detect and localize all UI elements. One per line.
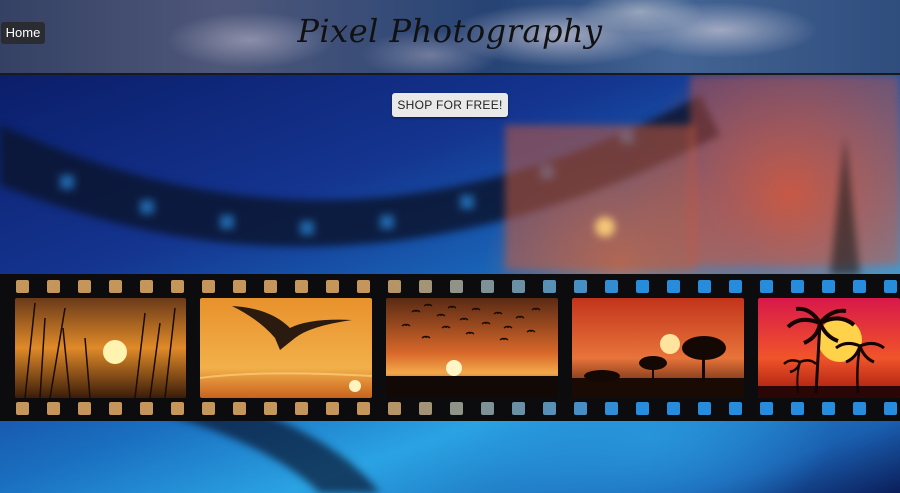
film-sprocket-hole xyxy=(636,402,649,415)
film-sprocket-hole xyxy=(326,280,339,293)
film-sprocket-hole xyxy=(884,402,897,415)
seagull-sunset-image xyxy=(200,298,372,398)
film-sprocket-hole xyxy=(853,280,866,293)
film-sprocket-hole xyxy=(264,280,277,293)
film-sprocket-hole xyxy=(109,402,122,415)
bird-silhouette xyxy=(481,321,491,325)
bird-silhouette xyxy=(411,309,421,313)
film-sprocket-hole xyxy=(171,280,184,293)
film-sprocket-hole xyxy=(636,280,649,293)
bird-silhouette xyxy=(493,311,503,315)
film-sprocket-hole xyxy=(140,280,153,293)
film-sprocket-hole xyxy=(419,280,432,293)
header-banner: Home Pixel Photography xyxy=(0,0,900,73)
film-sprocket-hole xyxy=(388,280,401,293)
film-sprocket-hole xyxy=(574,280,587,293)
film-sprocket-hole xyxy=(760,280,773,293)
film-sprocket-hole xyxy=(698,402,711,415)
film-sprocket-hole xyxy=(140,402,153,415)
film-sprocket-hole xyxy=(202,280,215,293)
film-sprocket-hole xyxy=(512,280,525,293)
film-sprocket-holes-bottom xyxy=(0,401,900,417)
palm-trees-sunset-image xyxy=(758,298,900,398)
film-sprocket-hole xyxy=(822,402,835,415)
film-photo[interactable] xyxy=(200,298,372,398)
film-photo[interactable] xyxy=(15,298,186,398)
film-sprocket-hole xyxy=(853,402,866,415)
film-sprocket-hole xyxy=(295,402,308,415)
film-photo[interactable] xyxy=(758,298,900,398)
film-sprocket-hole xyxy=(171,402,184,415)
film-sprocket-hole xyxy=(729,402,742,415)
film-photo[interactable] xyxy=(386,298,558,398)
bird-silhouette xyxy=(526,329,536,333)
film-sprocket-hole xyxy=(16,280,29,293)
film-sprocket-hole xyxy=(419,402,432,415)
bird-silhouette xyxy=(441,325,451,329)
film-sprocket-hole xyxy=(233,280,246,293)
birds-flock-sunset-image xyxy=(386,298,558,398)
film-sprocket-hole xyxy=(822,280,835,293)
shop-for-free-button[interactable]: SHOP FOR FREE! xyxy=(392,93,508,117)
site-title: Pixel Photography xyxy=(297,12,603,50)
film-sprocket-hole xyxy=(450,402,463,415)
film-sprocket-hole xyxy=(357,280,370,293)
film-sprocket-hole xyxy=(667,280,680,293)
film-sprocket-hole xyxy=(698,280,711,293)
bird-silhouette xyxy=(515,315,525,319)
film-sprocket-hole xyxy=(295,280,308,293)
film-sprocket-hole xyxy=(388,402,401,415)
film-sprocket-hole xyxy=(264,402,277,415)
sunset-reeds-image xyxy=(15,298,186,398)
film-sprocket-hole xyxy=(16,402,29,415)
film-sprocket-hole xyxy=(326,402,339,415)
film-sprocket-hole xyxy=(481,402,494,415)
film-sprocket-hole xyxy=(47,280,60,293)
bird-silhouette xyxy=(499,337,509,341)
film-sprocket-hole xyxy=(791,280,804,293)
film-sprocket-hole xyxy=(791,402,804,415)
bird-silhouette xyxy=(531,307,541,311)
film-sprocket-hole xyxy=(47,402,60,415)
bird-silhouette xyxy=(447,305,457,309)
bird-silhouette xyxy=(401,323,411,327)
film-sprocket-hole xyxy=(574,402,587,415)
film-sprocket-hole xyxy=(884,280,897,293)
bird-silhouette xyxy=(503,325,513,329)
film-sprocket-hole xyxy=(667,402,680,415)
film-sprocket-hole xyxy=(543,280,556,293)
savanna-trees-sunset-image xyxy=(572,298,744,398)
bird-silhouette xyxy=(423,303,433,307)
film-sprocket-hole xyxy=(450,280,463,293)
film-sprocket-hole xyxy=(109,280,122,293)
film-sprocket-hole xyxy=(605,402,618,415)
film-sprocket-hole xyxy=(202,402,215,415)
film-sprocket-hole xyxy=(78,402,91,415)
film-photo[interactable] xyxy=(572,298,744,398)
film-sprocket-hole xyxy=(481,280,494,293)
film-strip xyxy=(0,274,900,421)
film-sprocket-hole xyxy=(760,402,773,415)
bird-silhouette xyxy=(421,335,431,339)
film-sprocket-hole xyxy=(233,402,246,415)
film-sprocket-hole xyxy=(357,402,370,415)
film-sprocket-hole xyxy=(78,280,91,293)
film-sprocket-hole xyxy=(605,280,618,293)
film-sprocket-hole xyxy=(729,280,742,293)
film-sprocket-holes-top xyxy=(0,279,900,295)
bird-silhouette xyxy=(436,313,446,317)
hero-section: SHOP FOR FREE! xyxy=(0,75,900,493)
bird-silhouette xyxy=(459,317,469,321)
film-sprocket-hole xyxy=(512,402,525,415)
bird-silhouette xyxy=(471,307,481,311)
bird-silhouette xyxy=(465,331,475,335)
film-sprocket-hole xyxy=(543,402,556,415)
